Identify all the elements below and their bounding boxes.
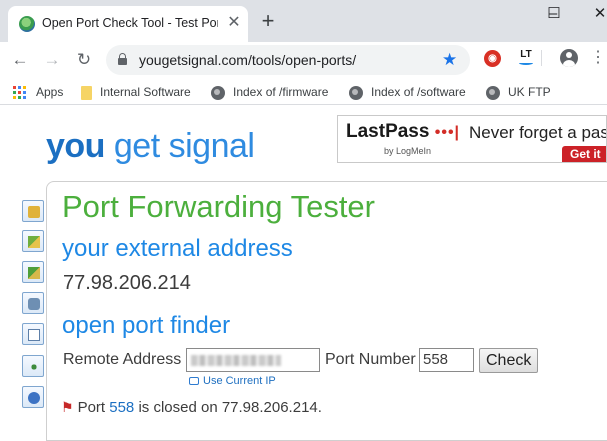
apps-grid-icon	[13, 85, 27, 100]
logo-get-signal: get signal	[104, 127, 255, 165]
page-content: you get signal LastPass •••| by LogMeIn …	[0, 106, 607, 441]
bookmark-label: Index of /firmware	[233, 85, 329, 99]
browser-tab[interactable]: Open Port Check Tool - Test Port ✕	[8, 6, 248, 42]
remote-address-input[interactable]	[186, 348, 320, 372]
check-button[interactable]: Check	[479, 348, 539, 373]
bookmark-label: Index of /software	[371, 85, 466, 99]
external-ip-value: 77.98.206.214	[63, 272, 191, 294]
monitor-icon	[189, 377, 199, 385]
help-tool-icon[interactable]	[22, 386, 44, 408]
site-logo[interactable]: you get signal	[46, 127, 255, 166]
ad-byline: by LogMeIn	[384, 146, 432, 156]
lastpass-ad-banner[interactable]: LastPass •••| by LogMeIn Never forget a …	[337, 115, 607, 163]
browser-toolbar: ← → ↻ yougetsignal.com/tools/open-ports/…	[0, 42, 607, 78]
window-close-button[interactable]: ✕	[577, 2, 607, 28]
lt-label: LT	[520, 49, 532, 60]
bookmark-label: Internal Software	[100, 85, 191, 99]
tab-title: Open Port Check Tool - Test Port	[42, 16, 218, 30]
result-suffix: is closed on 77.98.206.214.	[134, 399, 322, 416]
forward-button[interactable]: →	[42, 50, 62, 70]
bookmark-index-firmware[interactable]: Index of /firmware	[211, 83, 328, 101]
extension-red-icon[interactable]: ◉	[484, 50, 501, 67]
reload-button[interactable]: ↻	[74, 50, 94, 70]
port-number-input[interactable]: 558	[419, 348, 474, 372]
location-tool-icon[interactable]	[22, 261, 44, 283]
use-current-ip-label: Use Current IP	[203, 375, 276, 387]
external-address-heading: your external address	[62, 235, 293, 262]
page-title: Port Forwarding Tester	[62, 189, 375, 224]
use-current-ip-link[interactable]: Use Current IP	[189, 375, 276, 387]
result-port-link[interactable]: 558	[109, 399, 134, 416]
tab-strip: Open Port Check Tool - Test Port ✕ + – ☐…	[0, 0, 607, 42]
folder-icon	[81, 85, 92, 100]
languagetool-extension-icon[interactable]: LT	[517, 49, 535, 67]
ad-get-it-button[interactable]: Get it	[562, 146, 606, 162]
ad-dots: •••|	[434, 124, 461, 141]
bookmarks-bar: Apps Internal Software Index of /firmwar…	[0, 78, 607, 105]
globe-icon	[211, 85, 225, 100]
profile-avatar-icon[interactable]	[560, 49, 578, 67]
bookmark-label: Apps	[36, 85, 64, 99]
site-favicon-icon	[19, 16, 35, 32]
ad-brand: LastPass •••|	[346, 121, 460, 143]
url-text[interactable]: yougetsignal.com/tools/open-ports/	[139, 52, 356, 68]
bookmark-index-software[interactable]: Index of /software	[349, 83, 466, 101]
address-bar[interactable]: yougetsignal.com/tools/open-ports/ ★	[106, 45, 470, 75]
lock-icon	[118, 53, 127, 65]
globe-icon	[486, 85, 500, 100]
result-prefix: Port	[77, 399, 110, 416]
ad-brand-name: LastPass	[346, 121, 430, 142]
tab-close-icon[interactable]: ✕	[226, 15, 242, 31]
maximize-button[interactable]: ☐	[531, 2, 577, 28]
bookmark-label: UK FTP	[508, 85, 551, 99]
toolbar-separator	[541, 50, 542, 66]
phone-tool-icon[interactable]	[22, 292, 44, 314]
browser-menu-icon[interactable]: ⋮	[590, 48, 606, 68]
open-port-finder-heading: open port finder	[62, 312, 231, 339]
bookmark-apps[interactable]: Apps	[13, 83, 63, 101]
bookmark-star-icon[interactable]: ★	[442, 50, 457, 70]
bookmark-internal-software[interactable]: Internal Software	[81, 83, 191, 101]
back-button[interactable]: ←	[10, 50, 30, 70]
globe-icon	[349, 85, 363, 100]
port-number-label: Port Number	[325, 351, 416, 368]
port-tester-panel: Port Forwarding Tester your external add…	[46, 181, 607, 441]
remote-address-label: Remote Address	[63, 351, 182, 368]
lock-tool-icon[interactable]	[22, 200, 44, 222]
email-tool-icon[interactable]	[22, 323, 44, 345]
ad-tagline: Never forget a pass	[469, 123, 607, 142]
bookmark-uk-ftp[interactable]: UK FTP	[486, 83, 551, 101]
map-tool-icon[interactable]	[22, 230, 44, 252]
redacted-address	[191, 355, 281, 366]
port-check-result: ⚑ Port 558 is closed on 77.98.206.214.	[61, 399, 322, 416]
network-tool-icon[interactable]	[22, 355, 44, 377]
closed-flag-icon: ⚑	[61, 399, 74, 415]
new-tab-button[interactable]: +	[258, 10, 278, 32]
logo-you: you	[46, 127, 105, 165]
